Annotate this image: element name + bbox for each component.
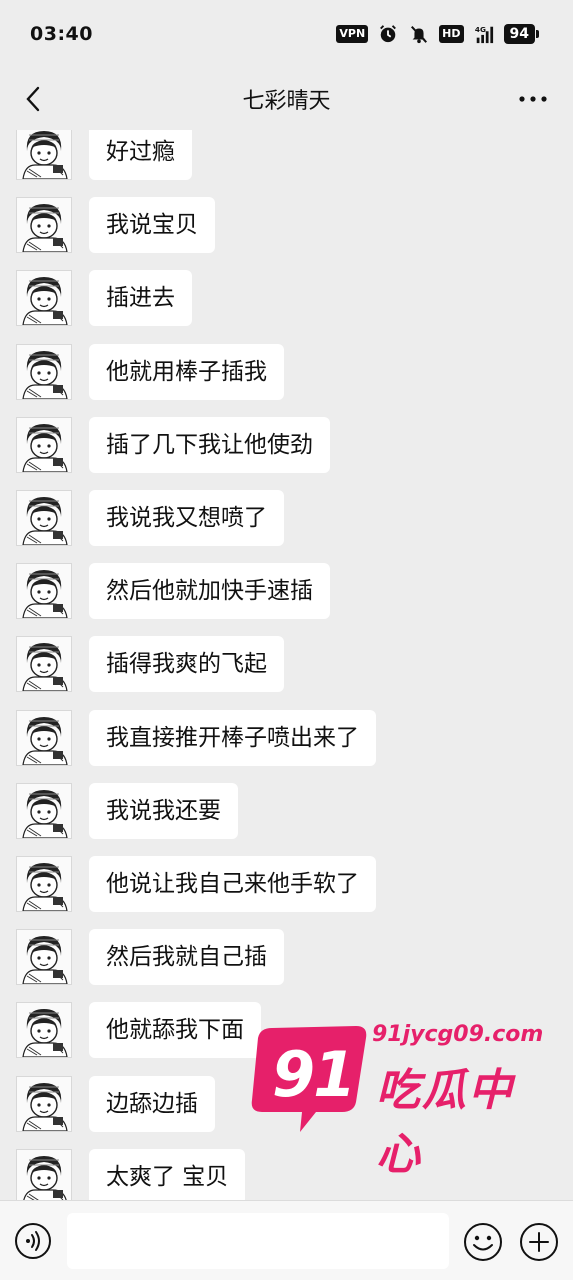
- message-bubble[interactable]: 插了几下我让他使劲: [89, 417, 330, 473]
- message-bubble[interactable]: 好过瘾: [89, 130, 192, 180]
- message-row: 插了几下我让他使劲: [0, 417, 573, 473]
- sender-avatar[interactable]: [16, 1076, 72, 1132]
- sender-avatar[interactable]: [16, 710, 72, 766]
- watermark-number: 91: [272, 1038, 356, 1111]
- message-row: 然后他就加快手速插: [0, 563, 573, 619]
- input-bar: [0, 1200, 573, 1280]
- sender-avatar[interactable]: [16, 270, 72, 326]
- mute-icon: [411, 26, 428, 44]
- message-bubble[interactable]: 他就舔我下面: [89, 1002, 261, 1058]
- watermark-text: 吃瓜中心: [376, 1065, 514, 1180]
- message-row: 我说宝贝: [0, 197, 573, 253]
- svg-text:4G: 4G: [474, 25, 485, 34]
- message-row: 好过瘾: [0, 130, 573, 180]
- message-bubble[interactable]: 太爽了 宝贝: [89, 1149, 246, 1200]
- sender-avatar[interactable]: [16, 344, 72, 400]
- watermark-logo: 91 91jycg09.com 吃瓜中心: [244, 1020, 544, 1180]
- message-row: 插进去: [0, 270, 573, 326]
- watermark-url: 91jycg09.com: [372, 1022, 544, 1047]
- message-row: 插得我爽的飞起: [0, 636, 573, 692]
- message-bubble[interactable]: 我说我还要: [89, 783, 238, 839]
- sender-avatar[interactable]: [16, 1002, 72, 1058]
- sender-avatar[interactable]: [16, 197, 72, 253]
- sender-avatar[interactable]: [16, 563, 72, 619]
- message-row: 我直接推开棒子喷出来了: [0, 710, 573, 766]
- message-bubble[interactable]: 他说让我自己来他手软了: [89, 856, 376, 912]
- sender-avatar[interactable]: [16, 130, 72, 180]
- sender-avatar[interactable]: [16, 929, 72, 985]
- add-attachment-icon[interactable]: [519, 1222, 559, 1262]
- sender-avatar[interactable]: [16, 417, 72, 473]
- status-bar: 03:40 VPN HD 4G 94: [0, 0, 573, 68]
- back-button[interactable]: [16, 80, 50, 118]
- message-row: 他就用棒子插我: [0, 344, 573, 400]
- message-bubble[interactable]: 我说我又想喷了: [89, 490, 284, 546]
- battery-indicator: 94: [503, 24, 540, 44]
- sender-avatar[interactable]: [16, 783, 72, 839]
- message-bubble[interactable]: 我说宝贝: [89, 197, 215, 253]
- message-row: 他说让我自己来他手软了: [0, 856, 573, 912]
- sender-avatar[interactable]: [16, 636, 72, 692]
- message-row: 然后我就自己插: [0, 929, 573, 985]
- message-bubble[interactable]: 然后我就自己插: [89, 929, 284, 985]
- vpn-badge: VPN: [336, 25, 369, 43]
- message-input[interactable]: [67, 1213, 449, 1269]
- message-bubble[interactable]: 插进去: [89, 270, 192, 326]
- hd-badge: HD: [439, 25, 464, 43]
- message-bubble[interactable]: 他就用棒子插我: [89, 344, 284, 400]
- message-bubble[interactable]: 我直接推开棒子喷出来了: [89, 710, 376, 766]
- chat-header: 七彩晴天: [0, 68, 573, 130]
- message-bubble[interactable]: 插得我爽的飞起: [89, 636, 284, 692]
- chevron-left-icon: [26, 86, 40, 112]
- alarm-icon: [380, 25, 397, 43]
- sender-avatar[interactable]: [16, 1149, 72, 1200]
- emoji-icon[interactable]: [463, 1222, 503, 1262]
- message-row: 我说我还要: [0, 783, 573, 839]
- message-bubble[interactable]: 边舔边插: [89, 1076, 215, 1132]
- status-icons: VPN HD 4G 94: [336, 24, 540, 44]
- message-row: 我说我又想喷了: [0, 490, 573, 546]
- more-options-button[interactable]: [513, 82, 553, 116]
- cellular-signal-icon: 4G: [474, 25, 493, 44]
- status-time: 03:40: [30, 23, 93, 45]
- sender-avatar[interactable]: [16, 490, 72, 546]
- message-bubble[interactable]: 然后他就加快手速插: [89, 563, 330, 619]
- more-dots-icon: [519, 96, 547, 102]
- sender-avatar[interactable]: [16, 856, 72, 912]
- voice-input-icon[interactable]: [14, 1222, 52, 1260]
- chat-title: 七彩晴天: [242, 89, 331, 114]
